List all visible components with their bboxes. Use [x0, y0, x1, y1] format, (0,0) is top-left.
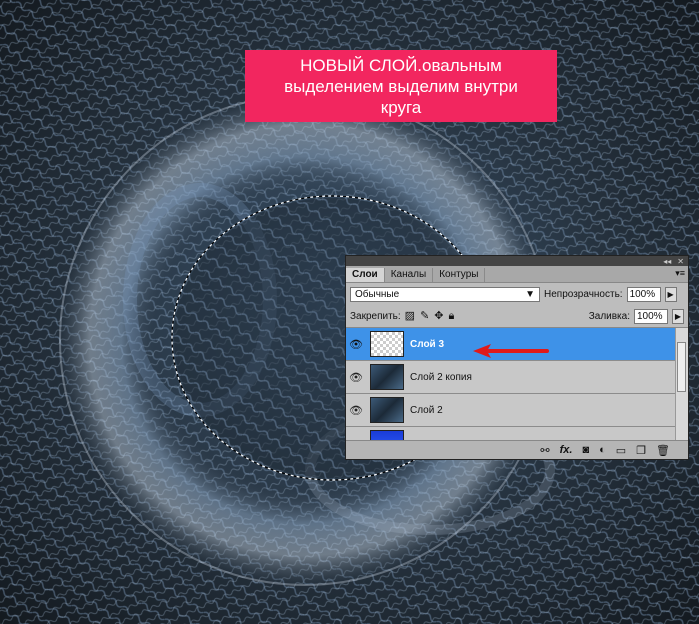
lock-transparent-icon[interactable]: ▨	[405, 310, 415, 322]
fill-field[interactable]: 100%	[634, 308, 668, 324]
new-layer-icon[interactable]: ❐	[636, 444, 646, 457]
opacity-field[interactable]: 100%	[626, 286, 661, 302]
caption-line-2: выделением выделим внутри	[284, 76, 518, 96]
layer-thumbnail	[370, 364, 404, 390]
caption-line-1: НОВЫЙ СЛОЙ.овальным	[300, 55, 502, 75]
layers-bottom-toolbar: ⚯ fx. ◙ ◐ ▭ ❐ 🗑︎	[346, 440, 688, 459]
annotation-caption: НОВЫЙ СЛОЙ.овальным выделением выделим в…	[245, 50, 557, 122]
blend-mode-value: Обычные	[355, 288, 400, 300]
layer-thumbnail	[370, 430, 404, 440]
panel-tabs: Слои Каналы Контуры ▾≡	[346, 266, 688, 283]
close-icon[interactable]: ✕	[677, 257, 684, 266]
lock-icons: ▨ ✎ ✥ 🔒︎	[405, 310, 455, 322]
lock-paint-brush-icon[interactable]: ✎	[420, 310, 429, 322]
chevron-down-icon: ▼	[525, 288, 535, 300]
scrollbar-thumb[interactable]	[677, 342, 686, 392]
mask-icon[interactable]: ◙	[582, 444, 589, 456]
panel-menu-icon[interactable]: ▾≡	[675, 268, 685, 279]
caption-line-3: круга	[380, 97, 422, 117]
layer-row-partial[interactable]	[346, 427, 688, 440]
opacity-label: Непрозрачность:	[544, 288, 623, 300]
fill-label: Заливка:	[588, 310, 630, 322]
layer-row-sloy-2[interactable]: 👁︎ Слой 2	[346, 394, 688, 427]
layer-row-sloy-2-kopiya[interactable]: 👁︎ Слой 2 копия	[346, 361, 688, 394]
lock-row: Закрепить: ▨ ✎ ✥ 🔒︎ Заливка: 100% ▶	[346, 305, 688, 328]
fx-icon[interactable]: fx.	[560, 444, 573, 456]
adjustment-icon[interactable]: ◐	[599, 444, 606, 456]
visibility-eye-icon[interactable]: 👁︎	[346, 404, 366, 417]
lock-move-icon[interactable]: ✥	[434, 310, 443, 322]
fill-slider-button[interactable]: ▶	[672, 308, 684, 324]
tab-layers[interactable]: Слои	[346, 268, 385, 282]
visibility-eye-icon[interactable]: 👁︎	[346, 371, 366, 384]
trash-icon[interactable]: 🗑︎	[656, 444, 670, 457]
tab-channels[interactable]: Каналы	[385, 268, 434, 282]
layers-scrollbar[interactable]	[675, 328, 688, 440]
layer-thumbnail	[370, 331, 404, 357]
visibility-eye-icon[interactable]: 👁︎	[346, 338, 366, 351]
lock-label: Закрепить:	[350, 310, 401, 322]
opacity-slider-button[interactable]: ▶	[664, 286, 677, 302]
red-annotation-arrow	[473, 344, 549, 358]
layer-name: Слой 2	[410, 404, 443, 416]
panel-title-bar: ◂◂ ✕	[346, 256, 688, 266]
lock-all-icon[interactable]: 🔒︎	[449, 310, 455, 322]
layer-name: Слой 3	[410, 338, 445, 350]
layer-thumbnail	[370, 397, 404, 423]
link-icon[interactable]: ⚯	[540, 444, 549, 457]
tab-paths[interactable]: Контуры	[433, 268, 486, 282]
blend-mode-select[interactable]: Обычные ▼	[350, 286, 540, 302]
blend-row: Обычные ▼ Непрозрачность: 100% ▶	[346, 283, 688, 305]
collapse-icon[interactable]: ◂◂	[663, 257, 671, 266]
layer-name: Слой 2 копия	[410, 371, 472, 383]
group-folder-icon[interactable]: ▭	[616, 444, 626, 457]
